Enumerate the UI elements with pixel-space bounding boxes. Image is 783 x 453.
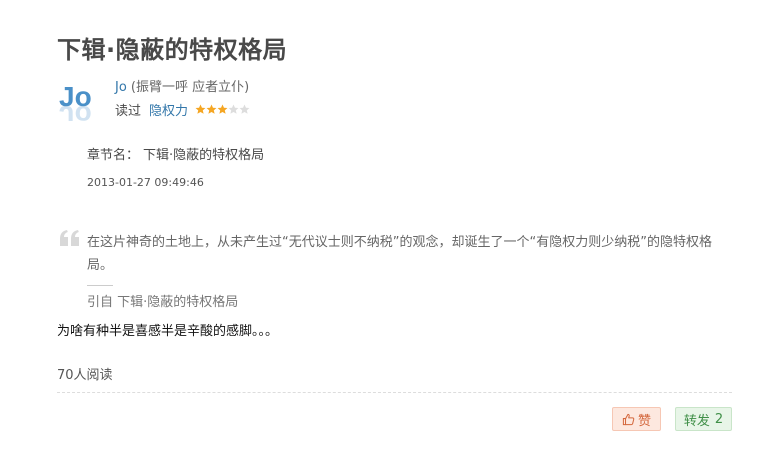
star-filled-icon	[217, 104, 228, 114]
thumbs-up-icon	[622, 413, 635, 425]
share-count: 2	[714, 411, 724, 427]
note-comment: 为啥有种半是喜感半是辛酸的感脚。。。	[57, 324, 279, 339]
read-action-label: 读过	[115, 104, 142, 119]
chapter-info: 章节名： 下辑·隐蔽的特权格局	[87, 144, 264, 163]
author-signature: (振臂一呼 应者立仆)	[126, 80, 250, 95]
page-title: 下辑·隐蔽的特权格局	[57, 36, 288, 64]
avatar-reflection: Jo	[59, 100, 92, 121]
chapter-label: 章节名：	[87, 148, 140, 163]
author-line: Jo (振臂一呼 应者立仆)	[115, 76, 249, 95]
like-button[interactable]: 赞	[612, 407, 661, 431]
quote-icon	[60, 230, 79, 246]
read-count: 70人阅读	[57, 368, 113, 383]
rating-stars	[195, 104, 250, 115]
timestamp: 2013-01-27 09:49:46	[87, 176, 204, 189]
quote-text: 在这片神奇的土地上，从未产生过“无代议士则不纳税”的观念，却诞生了一个“有隐权力…	[87, 235, 712, 273]
book-title-link[interactable]: 隐权力	[149, 100, 188, 119]
star-filled-icon	[206, 104, 217, 114]
chapter-name: 下辑·隐蔽的特权格局	[143, 148, 265, 163]
quote-source-link[interactable]: 下辑·隐蔽的特权格局	[117, 295, 238, 310]
avatar-image: Jo Jo	[57, 75, 103, 121]
avatar[interactable]: Jo Jo	[57, 75, 103, 121]
quote-divider	[87, 285, 113, 286]
star-empty-icon	[239, 104, 250, 114]
footer-divider	[57, 392, 732, 393]
star-filled-icon	[195, 104, 206, 114]
quote-source: 引自 下辑·隐蔽的特权格局	[87, 291, 238, 310]
star-empty-icon	[228, 104, 239, 114]
share-button[interactable]: 转发 2	[675, 407, 732, 431]
like-label: 赞	[637, 413, 651, 429]
share-label: 转发	[683, 413, 710, 429]
note-page: 下辑·隐蔽的特权格局 Jo Jo Jo (振臂一呼 应者立仆) 读过 隐权力 章…	[0, 0, 783, 453]
author-name-link[interactable]: Jo	[115, 80, 127, 95]
quote-source-prefix: 引自	[87, 295, 118, 310]
reading-status: 读过 隐权力	[115, 100, 250, 119]
